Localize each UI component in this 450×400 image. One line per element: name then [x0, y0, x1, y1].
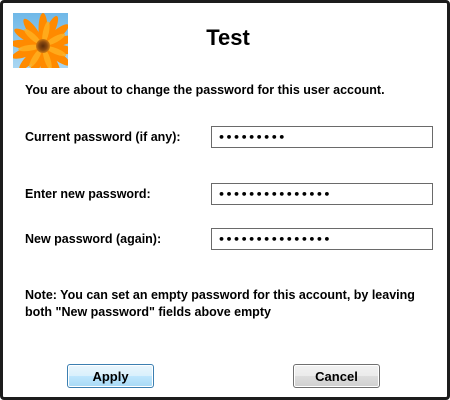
- apply-button[interactable]: Apply: [67, 364, 154, 388]
- dialog-title: Test: [206, 25, 250, 50]
- current-password-label: Current password (if any):: [25, 130, 181, 144]
- cancel-button[interactable]: Cancel: [293, 364, 380, 388]
- current-password-field[interactable]: [211, 126, 433, 148]
- confirm-password-label: New password (again):: [25, 232, 162, 246]
- password-dialog: Test You are about to change the passwor…: [0, 0, 450, 400]
- intro-text: You are about to change the password for…: [25, 83, 385, 97]
- new-password-field[interactable]: [211, 183, 433, 205]
- new-password-label: Enter new password:: [25, 187, 151, 201]
- confirm-password-field[interactable]: [211, 228, 433, 250]
- empty-password-note: Note: You can set an empty password for …: [25, 288, 415, 319]
